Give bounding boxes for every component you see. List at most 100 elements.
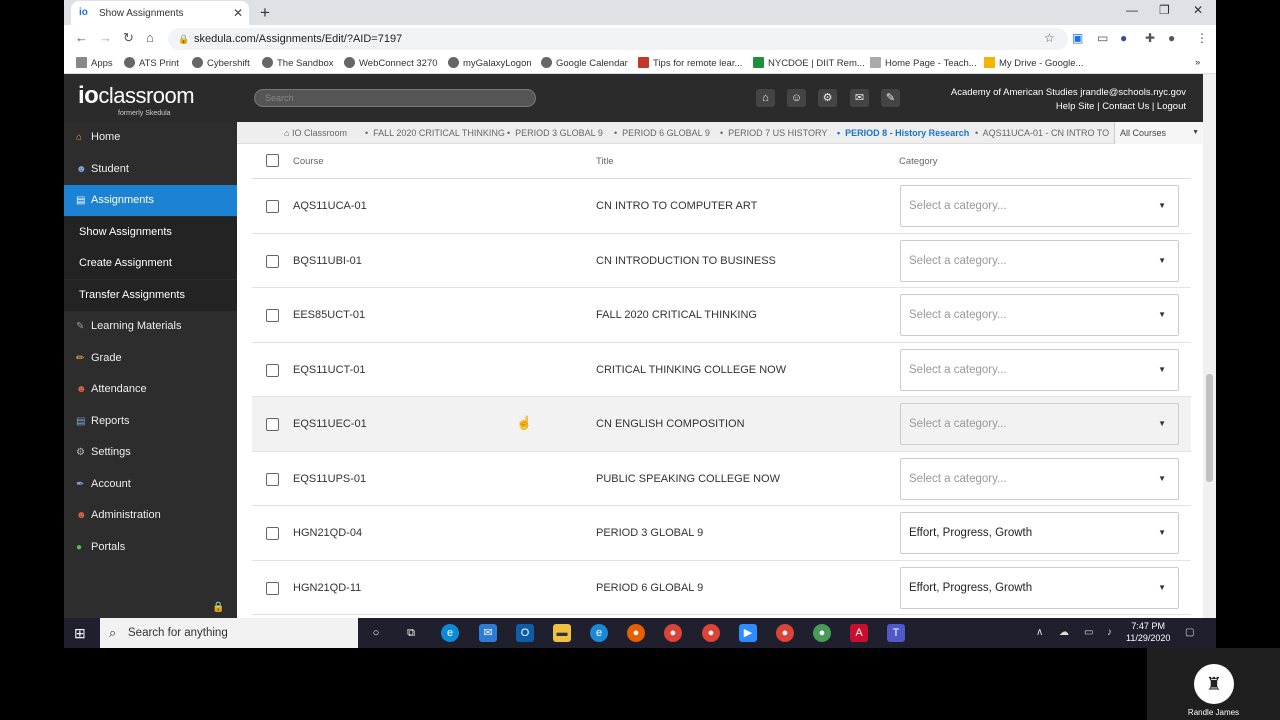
row-checkbox[interactable] — [266, 309, 279, 322]
scrollbar-thumb[interactable] — [1206, 374, 1213, 482]
extension-icon[interactable]: ▭ — [1097, 31, 1108, 45]
sidebar-item-settings[interactable]: ⚙ Settings — [64, 437, 237, 468]
close-window-icon[interactable]: ✕ — [1193, 3, 1203, 17]
course-filter-select[interactable]: All Courses ▼ — [1114, 122, 1203, 144]
sidebar-item-portals[interactable]: ● Portals — [64, 532, 237, 563]
header-links[interactable]: Help Site | Contact Us | Logout — [951, 100, 1186, 114]
new-tab-icon[interactable]: + — [260, 3, 270, 23]
sidebar-item-account[interactable]: ✒ Account — [64, 469, 237, 500]
internet-explorer-icon[interactable]: e — [590, 624, 608, 642]
task-view-icon[interactable]: ⧉ — [402, 624, 420, 642]
translate-icon[interactable]: ▣ — [1072, 31, 1083, 45]
sidebar-subitem-create-assignment[interactable]: Create Assignment — [64, 248, 237, 279]
breadcrumb-item[interactable]: • FALL 2020 CRITICAL THINKING — [365, 128, 505, 138]
bookmark-apps[interactable]: Apps — [76, 57, 113, 69]
gear-icon[interactable]: ⚙ — [818, 89, 837, 107]
sidebar-item-reports[interactable]: ▤ Reports — [64, 406, 237, 437]
volume-icon[interactable]: ♪ — [1107, 627, 1112, 638]
row-checkbox[interactable] — [266, 363, 279, 377]
row-checkbox[interactable] — [266, 200, 279, 213]
more-bookmarks-icon[interactable]: » — [1195, 57, 1200, 68]
bookmark[interactable]: Cybershift — [192, 57, 250, 69]
row-checkbox[interactable] — [266, 527, 279, 540]
star-icon[interactable]: ☆ — [1044, 31, 1055, 45]
bookmark[interactable]: Tips for remote lear... — [638, 57, 742, 69]
sidebar-item-learning-materials[interactable]: ✎ Learning Materials — [64, 311, 237, 342]
chrome-active-icon[interactable]: ● — [813, 624, 831, 642]
chrome-profile-icon[interactable]: ● — [702, 624, 720, 642]
breadcrumb-item-current[interactable]: • PERIOD 8 - History Research — [837, 128, 969, 138]
puzzle-icon[interactable]: ✚ — [1145, 31, 1155, 45]
mail-icon[interactable]: ✉ — [479, 624, 497, 642]
minimize-icon[interactable]: — — [1126, 3, 1138, 17]
breadcrumb-item[interactable]: • AQS11UCA-01 - CN INTRO TO C — [975, 128, 1112, 138]
row-checkbox[interactable] — [266, 254, 279, 268]
bookmark[interactable]: My Drive - Google... — [984, 57, 1083, 69]
home-icon[interactable]: ⌂ — [146, 30, 154, 45]
firefox-icon[interactable]: ● — [627, 624, 645, 642]
sidebar-item-assignments[interactable]: ▤ Assignments — [64, 185, 237, 216]
app-logo[interactable]: ioclassroom formerly Skedula — [78, 82, 195, 117]
bookmark[interactable]: Home Page - Teach... — [870, 57, 977, 69]
sidebar-item-administration[interactable]: ☻ Administration — [64, 500, 237, 531]
zoom-icon[interactable]: ▶ — [739, 624, 757, 642]
row-checkbox[interactable] — [266, 418, 279, 431]
notifications-icon[interactable]: ▢ — [1185, 627, 1194, 638]
category-select[interactable]: Select a category... ▼ — [900, 348, 1179, 391]
profile-avatar-icon[interactable]: ● — [1168, 31, 1175, 45]
chat-icon[interactable]: ✎ — [881, 89, 900, 107]
category-select[interactable]: Effort, Progress, Growth ▼ — [900, 512, 1179, 554]
row-checkbox[interactable] — [266, 472, 279, 486]
category-select[interactable]: Select a category... ▼ — [900, 403, 1179, 445]
page-scrollbar[interactable] — [1203, 74, 1216, 618]
breadcrumb-item[interactable]: • PERIOD 3 GLOBAL 9 — [507, 128, 603, 138]
chrome-app-icon[interactable]: ● — [776, 624, 794, 642]
edge-icon[interactable]: e — [441, 624, 459, 642]
acrobat-icon[interactable]: A — [850, 624, 868, 642]
breadcrumb-item[interactable]: ⌂ IO Classroom — [284, 128, 347, 138]
browser-tab[interactable]: io Show Assignments ✕ — [71, 1, 249, 25]
home-icon[interactable]: ⌂ — [756, 89, 775, 107]
chrome-icon[interactable]: ● — [664, 624, 682, 642]
bookmark[interactable]: Google Calendar — [541, 57, 628, 69]
onedrive-icon[interactable]: ☁ — [1059, 627, 1069, 638]
back-icon[interactable]: ← — [75, 30, 88, 45]
category-select[interactable]: Select a category... ▼ — [900, 239, 1179, 282]
outlook-icon[interactable]: O — [516, 624, 534, 642]
bookmark[interactable]: The Sandbox — [262, 57, 334, 69]
users-icon[interactable]: ☺ — [787, 89, 806, 107]
select-all-checkbox[interactable] — [266, 154, 279, 167]
lock-icon[interactable]: 🔒 — [212, 602, 224, 613]
tray-chevron-icon[interactable]: ∧ — [1036, 627, 1043, 638]
close-tab-icon[interactable]: ✕ — [233, 6, 243, 20]
cortana-icon[interactable]: ○ — [367, 624, 385, 642]
bookmark[interactable]: myGalaxyLogon — [448, 57, 532, 69]
maximize-icon[interactable]: ❐ — [1159, 3, 1170, 17]
bookmark[interactable]: NYCDOE | DIIT Rem... — [753, 57, 865, 69]
category-select[interactable]: Effort, Progress, Growth ▼ — [900, 566, 1179, 609]
menu-icon[interactable]: ⋮ — [1196, 31, 1208, 45]
row-checkbox[interactable] — [266, 581, 279, 595]
sidebar-subitem-transfer-assignments[interactable]: Transfer Assignments — [64, 280, 237, 311]
sidebar-subitem-show-assignments[interactable]: Show Assignments — [64, 217, 237, 248]
forward-icon[interactable]: → — [99, 30, 112, 45]
sidebar-item-home[interactable]: ⌂ Home — [64, 122, 237, 153]
category-select[interactable]: Select a category... ▼ — [900, 457, 1179, 500]
search-input[interactable]: Search — [254, 89, 536, 107]
k-extension-icon[interactable]: ● — [1120, 31, 1127, 45]
sidebar-item-grade[interactable]: ✏ Grade — [64, 343, 237, 374]
address-bar[interactable]: 🔒 skedula.com/Assignments/Edit/?AID=7197 — [168, 28, 1068, 50]
mail-icon[interactable]: ✉ — [850, 89, 869, 107]
system-clock[interactable]: 7:47 PM 11/29/2020 — [1126, 620, 1170, 644]
breadcrumb-item[interactable]: • PERIOD 7 US HISTORY — [720, 128, 827, 138]
breadcrumb-item[interactable]: • PERIOD 6 GLOBAL 9 — [614, 128, 710, 138]
teams-icon[interactable]: T — [887, 624, 905, 642]
reload-icon[interactable]: ↻ — [123, 30, 134, 46]
bookmark[interactable]: ATS Print — [124, 57, 179, 69]
category-select[interactable]: Select a category... ▼ — [900, 294, 1179, 336]
bookmark[interactable]: WebConnect 3270 — [344, 57, 438, 69]
sidebar-item-student[interactable]: ☻ Student — [64, 154, 237, 185]
file-explorer-icon[interactable]: ▬ — [553, 624, 571, 642]
taskbar-search-input[interactable]: ⌕ Search for anything — [100, 618, 358, 648]
battery-icon[interactable]: ▭ — [1084, 627, 1093, 638]
